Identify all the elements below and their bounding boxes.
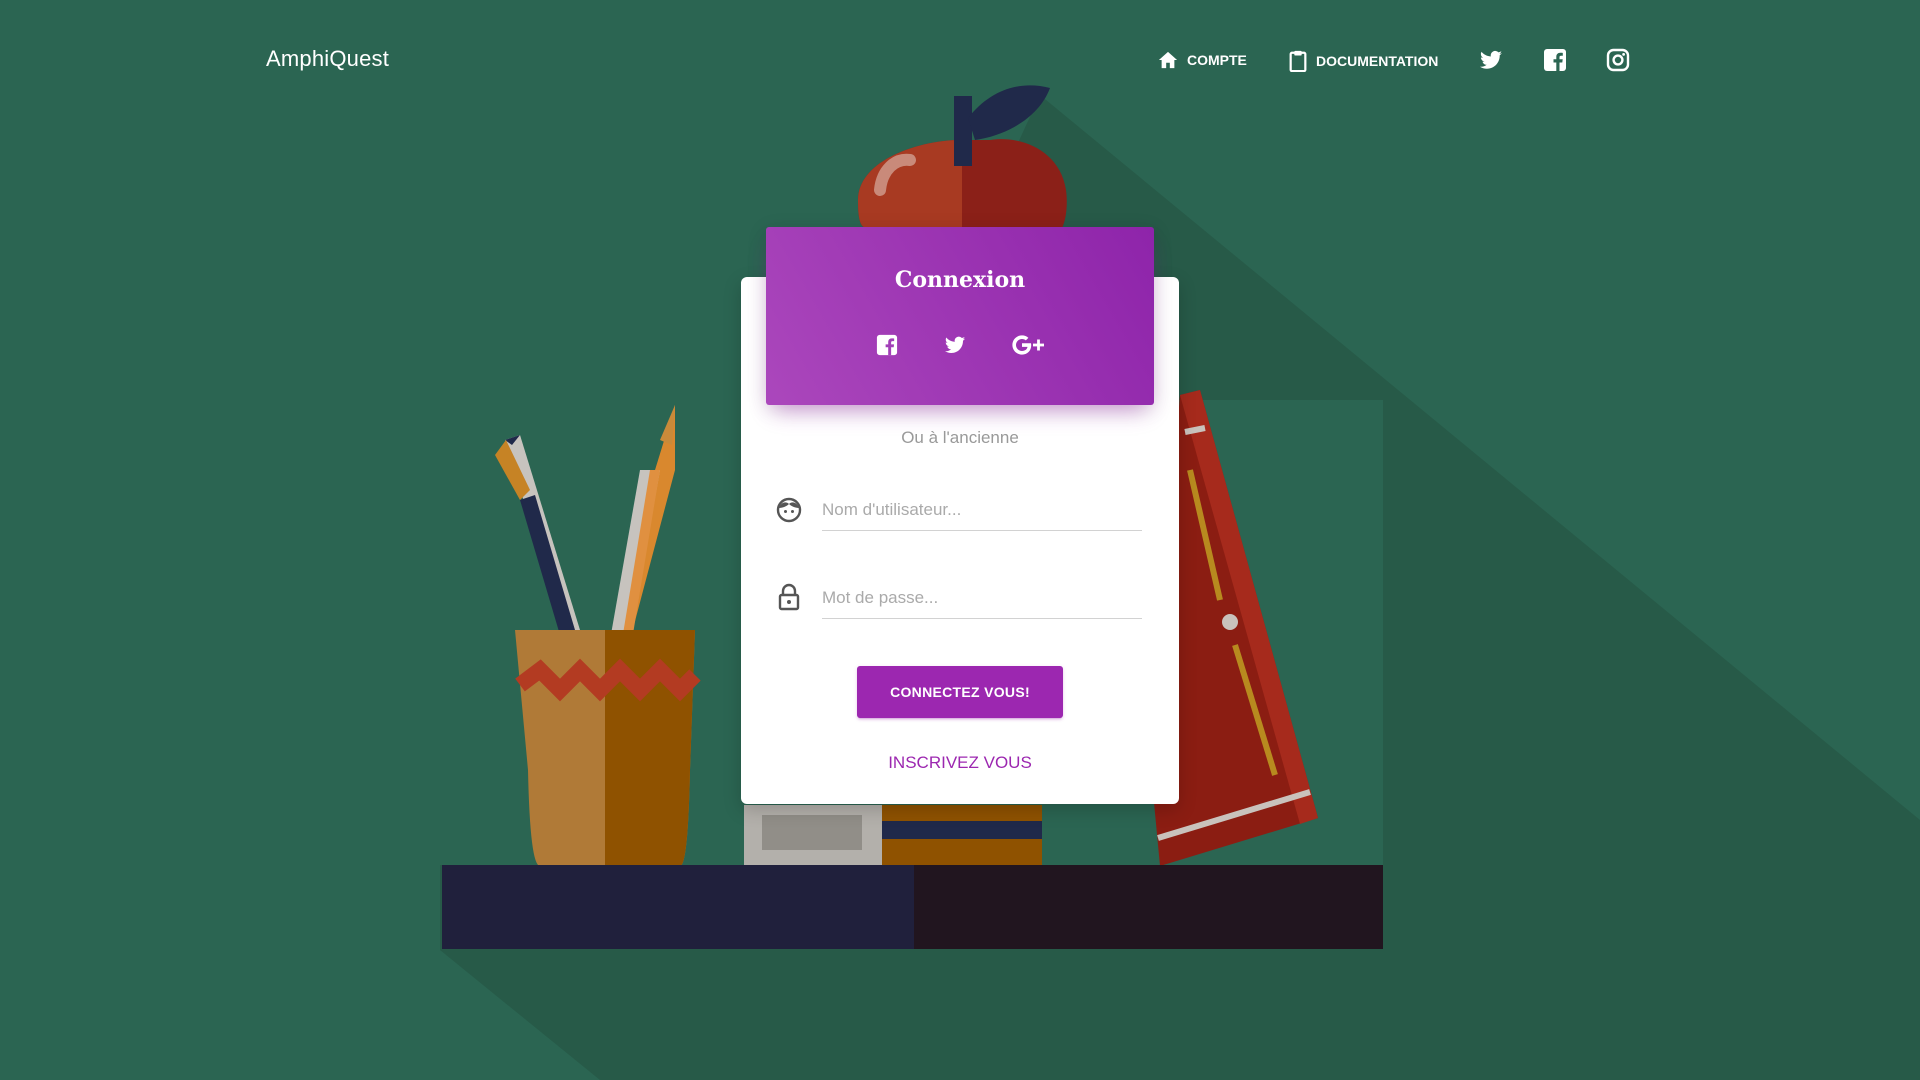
shelf-right-drawing [914, 865, 1383, 949]
password-input[interactable] [822, 578, 1142, 619]
facebook-login-button[interactable] [875, 333, 899, 357]
top-navbar: AmphiQuest COMPTE DOCUMENTATION [0, 0, 1920, 124]
nav-account-link[interactable]: COMPTE [1157, 50, 1247, 70]
nav-documentation-label: DOCUMENTATION [1316, 53, 1439, 69]
facebook-icon[interactable] [1543, 48, 1567, 72]
register-link[interactable]: INSCRIVEZ VOUS [741, 753, 1179, 773]
clipboard-icon [1289, 50, 1307, 72]
book-spine-drawing [762, 815, 862, 850]
lock-icon [778, 583, 800, 611]
book-stripe-drawing [882, 821, 1042, 839]
nav-account-label: COMPTE [1187, 52, 1247, 68]
google-plus-login-button[interactable] [1011, 333, 1045, 357]
home-icon [1158, 51, 1178, 69]
google-plus-icon [1012, 335, 1044, 355]
facebook-icon [876, 334, 898, 356]
login-submit-button[interactable]: CONNECTEZ VOUS! [857, 666, 1063, 718]
instagram-icon[interactable] [1606, 48, 1630, 72]
brand-logo[interactable]: AmphiQuest [266, 46, 389, 72]
shelf-left-drawing [442, 865, 914, 949]
pencil-cup-drawing [495, 405, 701, 866]
login-subtitle: Ou à l'ancienne [901, 428, 1019, 447]
twitter-login-button[interactable] [943, 333, 967, 357]
username-input[interactable] [822, 490, 1142, 531]
social-login-row [766, 333, 1154, 357]
login-card-header: Connexion [766, 227, 1154, 405]
face-icon [776, 497, 802, 523]
twitter-icon [944, 336, 966, 353]
twitter-icon[interactable] [1479, 48, 1503, 72]
nav-documentation-link[interactable]: DOCUMENTATION [1288, 50, 1438, 72]
login-title: Connexion [894, 267, 1026, 293]
